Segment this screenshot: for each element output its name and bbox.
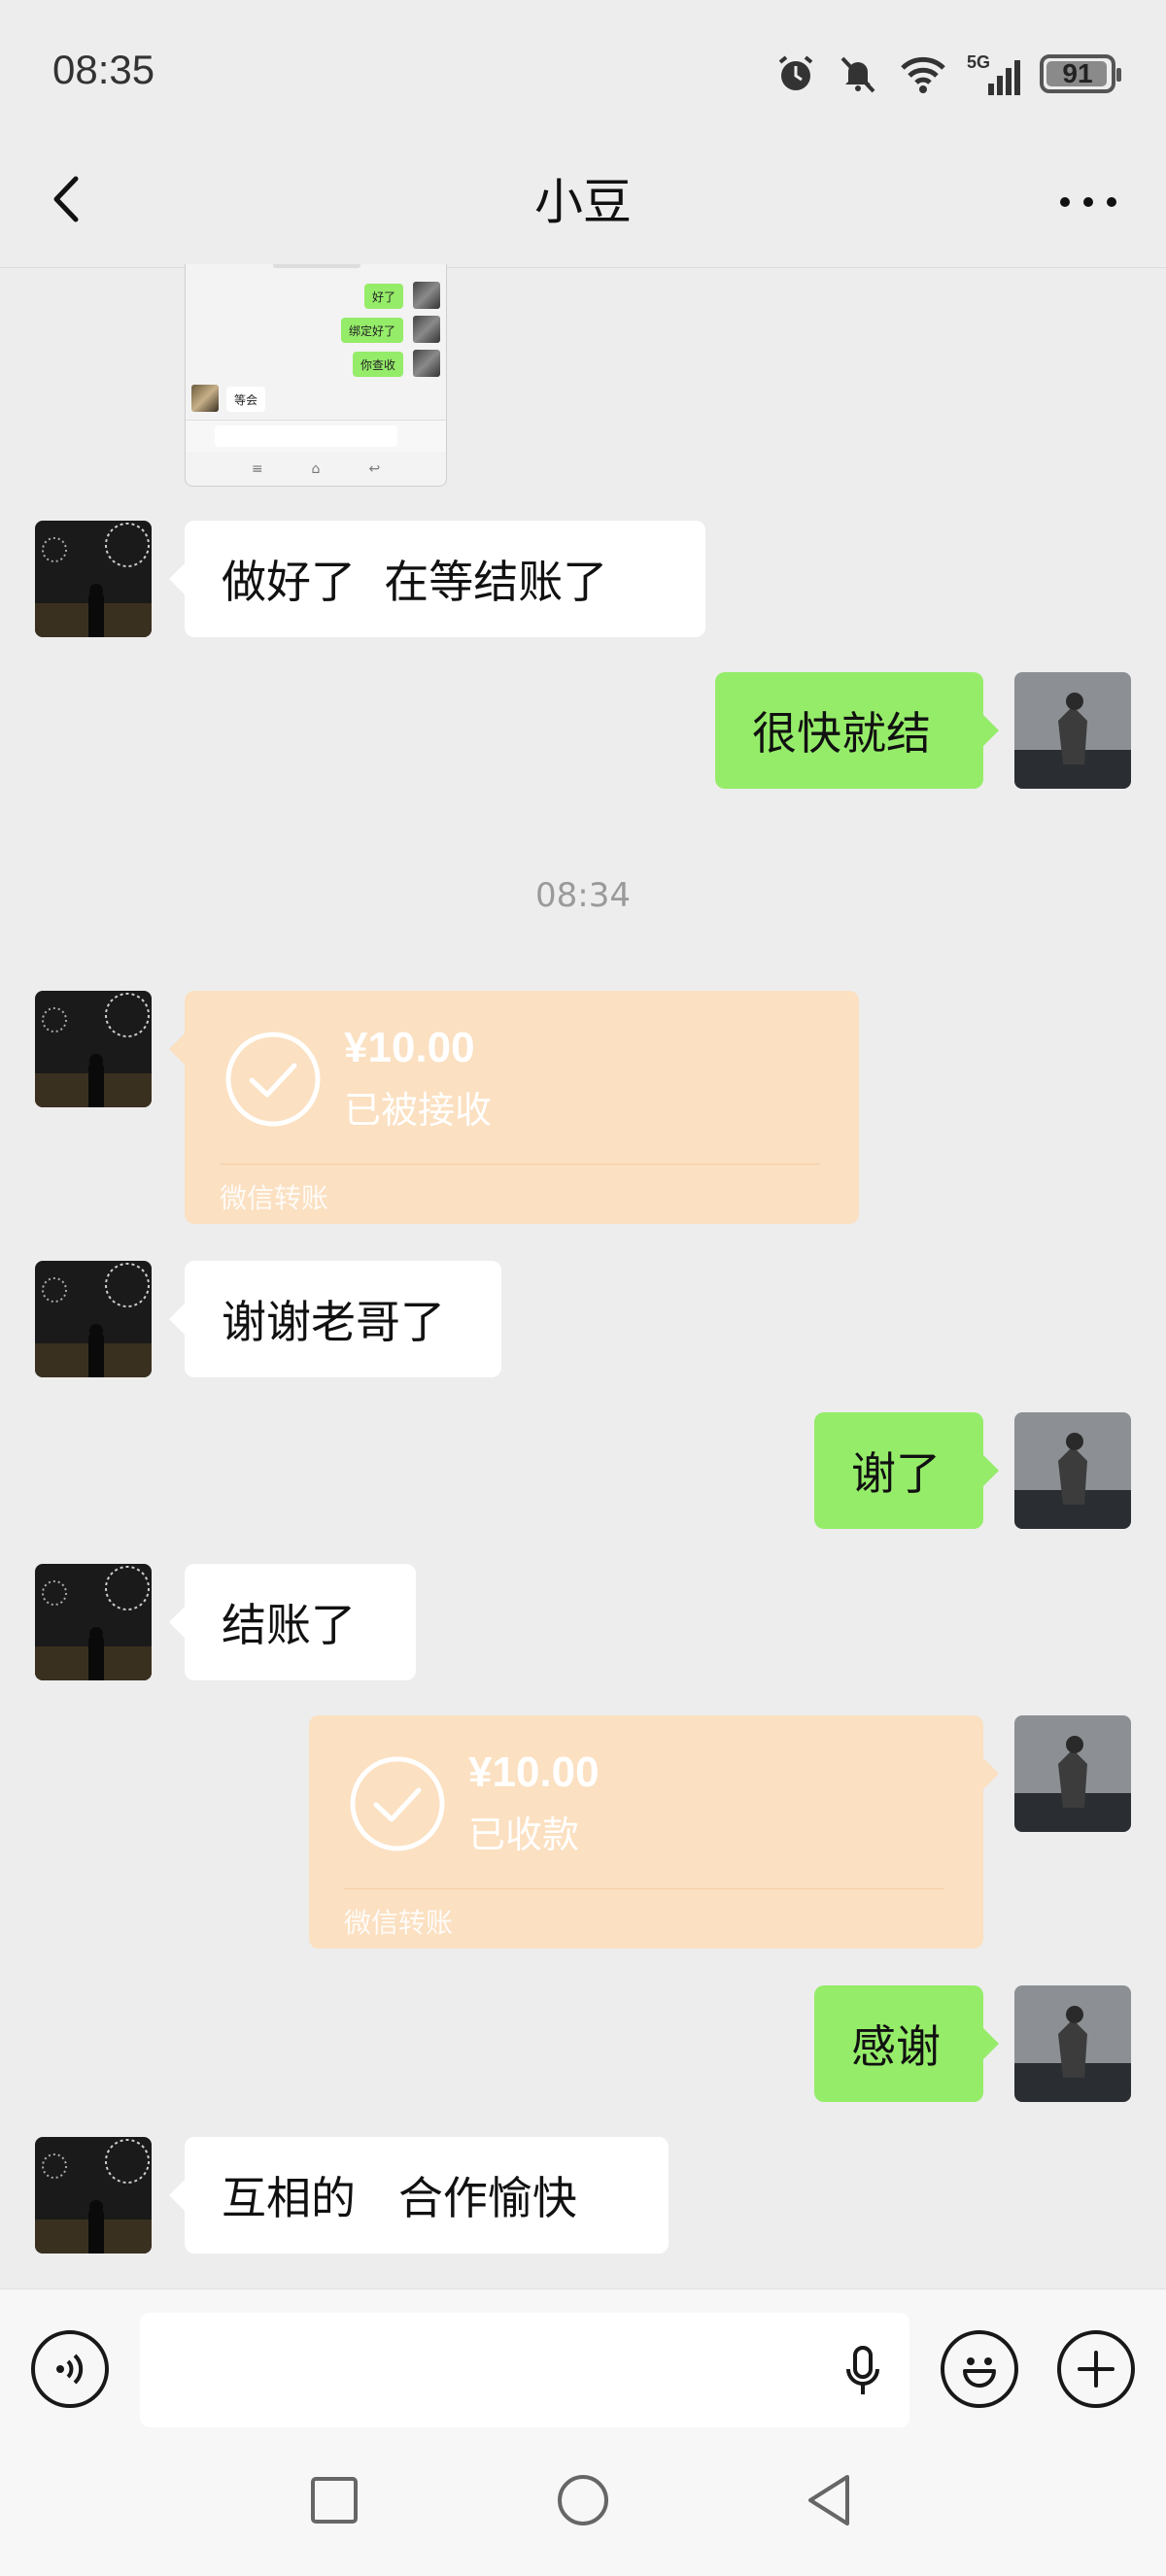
- contact-avatar[interactable]: [35, 521, 152, 637]
- screenshot-image-message[interactable]: 好了 绑定好了 你查收 等会 ≡ ⌂ ↩: [185, 264, 447, 487]
- wifi-icon: [901, 56, 945, 93]
- plus-icon[interactable]: [1057, 2330, 1135, 2408]
- recent-apps-icon[interactable]: [305, 2471, 363, 2529]
- thumb-bubble: 好了: [363, 284, 403, 309]
- thumb-nav-bar: ≡ ⌂ ↩: [251, 461, 381, 477]
- my-avatar[interactable]: [1014, 1715, 1131, 1832]
- chat-header: 小豆: [0, 146, 1166, 268]
- status-bar: 08:35 5G 91: [0, 0, 1166, 146]
- alarm-icon: [778, 55, 813, 90]
- thumb-bubble: 你查收: [352, 352, 403, 377]
- message-bubble[interactable]: 谢了: [814, 1412, 999, 1529]
- my-avatar[interactable]: [1014, 672, 1131, 789]
- network-label: 5G: [967, 52, 991, 72]
- transfer-status: 已收款: [468, 1813, 580, 1856]
- transfer-divider: [344, 1888, 944, 1889]
- thumb-bubble: 绑定好了: [340, 318, 403, 343]
- message-bubble[interactable]: 感谢: [814, 1985, 999, 2102]
- transfer-divider: [220, 1164, 820, 1165]
- back-nav-icon[interactable]: [801, 2471, 859, 2529]
- contact-avatar[interactable]: [35, 991, 152, 1107]
- battery-level: 91: [1062, 58, 1093, 88]
- status-icons: 5G 91: [774, 49, 1121, 99]
- message-timestamp: 08:34: [535, 876, 631, 915]
- message-bubble[interactable]: 谢谢老哥了: [169, 1261, 501, 1377]
- signal-icon: 5G: [967, 52, 1020, 95]
- system-nav-bar: [0, 2434, 1166, 2576]
- transfer-status: 已被接收: [344, 1089, 493, 1132]
- microphone-icon[interactable]: [845, 2346, 880, 2398]
- contact-avatar[interactable]: [35, 2137, 152, 2254]
- transfer-footer: 微信转账: [344, 1907, 454, 1939]
- check-circle-icon: [225, 1032, 321, 1127]
- thumb-avatar: [191, 385, 219, 412]
- thumb-input-bar: [186, 420, 446, 452]
- ellipsis-icon[interactable]: [1049, 173, 1127, 231]
- message-input[interactable]: [140, 2313, 909, 2427]
- check-circle-icon: [350, 1756, 445, 1851]
- my-avatar[interactable]: [1014, 1412, 1131, 1529]
- transfer-amount: ¥10.00: [344, 1024, 475, 1071]
- contact-avatar[interactable]: [35, 1564, 152, 1680]
- thumb-bubble: 等会: [226, 387, 266, 412]
- transfer-footer: 微信转账: [220, 1182, 329, 1214]
- emoji-icon[interactable]: [941, 2330, 1018, 2408]
- status-time: 08:35: [52, 47, 155, 92]
- message-bubble[interactable]: 结账了: [169, 1564, 416, 1680]
- input-bar: [0, 2288, 1166, 2435]
- message-bubble[interactable]: 做好了 在等结账了: [169, 521, 705, 637]
- transfer-amount: ¥10.00: [468, 1748, 600, 1796]
- thumb-avatar: [413, 282, 440, 309]
- transfer-card[interactable]: ¥10.00 已收款 微信转账: [309, 1715, 999, 1949]
- battery-icon: 91: [1040, 54, 1121, 93]
- transfer-card[interactable]: ¥10.00 已被接收 微信转账: [169, 991, 859, 1224]
- thumb-avatar: [413, 350, 440, 377]
- home-icon[interactable]: [554, 2471, 612, 2529]
- message-bubble[interactable]: 很快就结: [715, 672, 999, 789]
- contact-avatar[interactable]: [35, 1261, 152, 1377]
- thumb-avatar: [413, 316, 440, 343]
- mute-bell-icon: [840, 56, 875, 93]
- chat-title: 小豆: [534, 174, 632, 230]
- my-avatar[interactable]: [1014, 1985, 1131, 2102]
- voice-icon[interactable]: [31, 2330, 109, 2408]
- message-bubble[interactable]: 互相的 合作愉快: [169, 2137, 669, 2254]
